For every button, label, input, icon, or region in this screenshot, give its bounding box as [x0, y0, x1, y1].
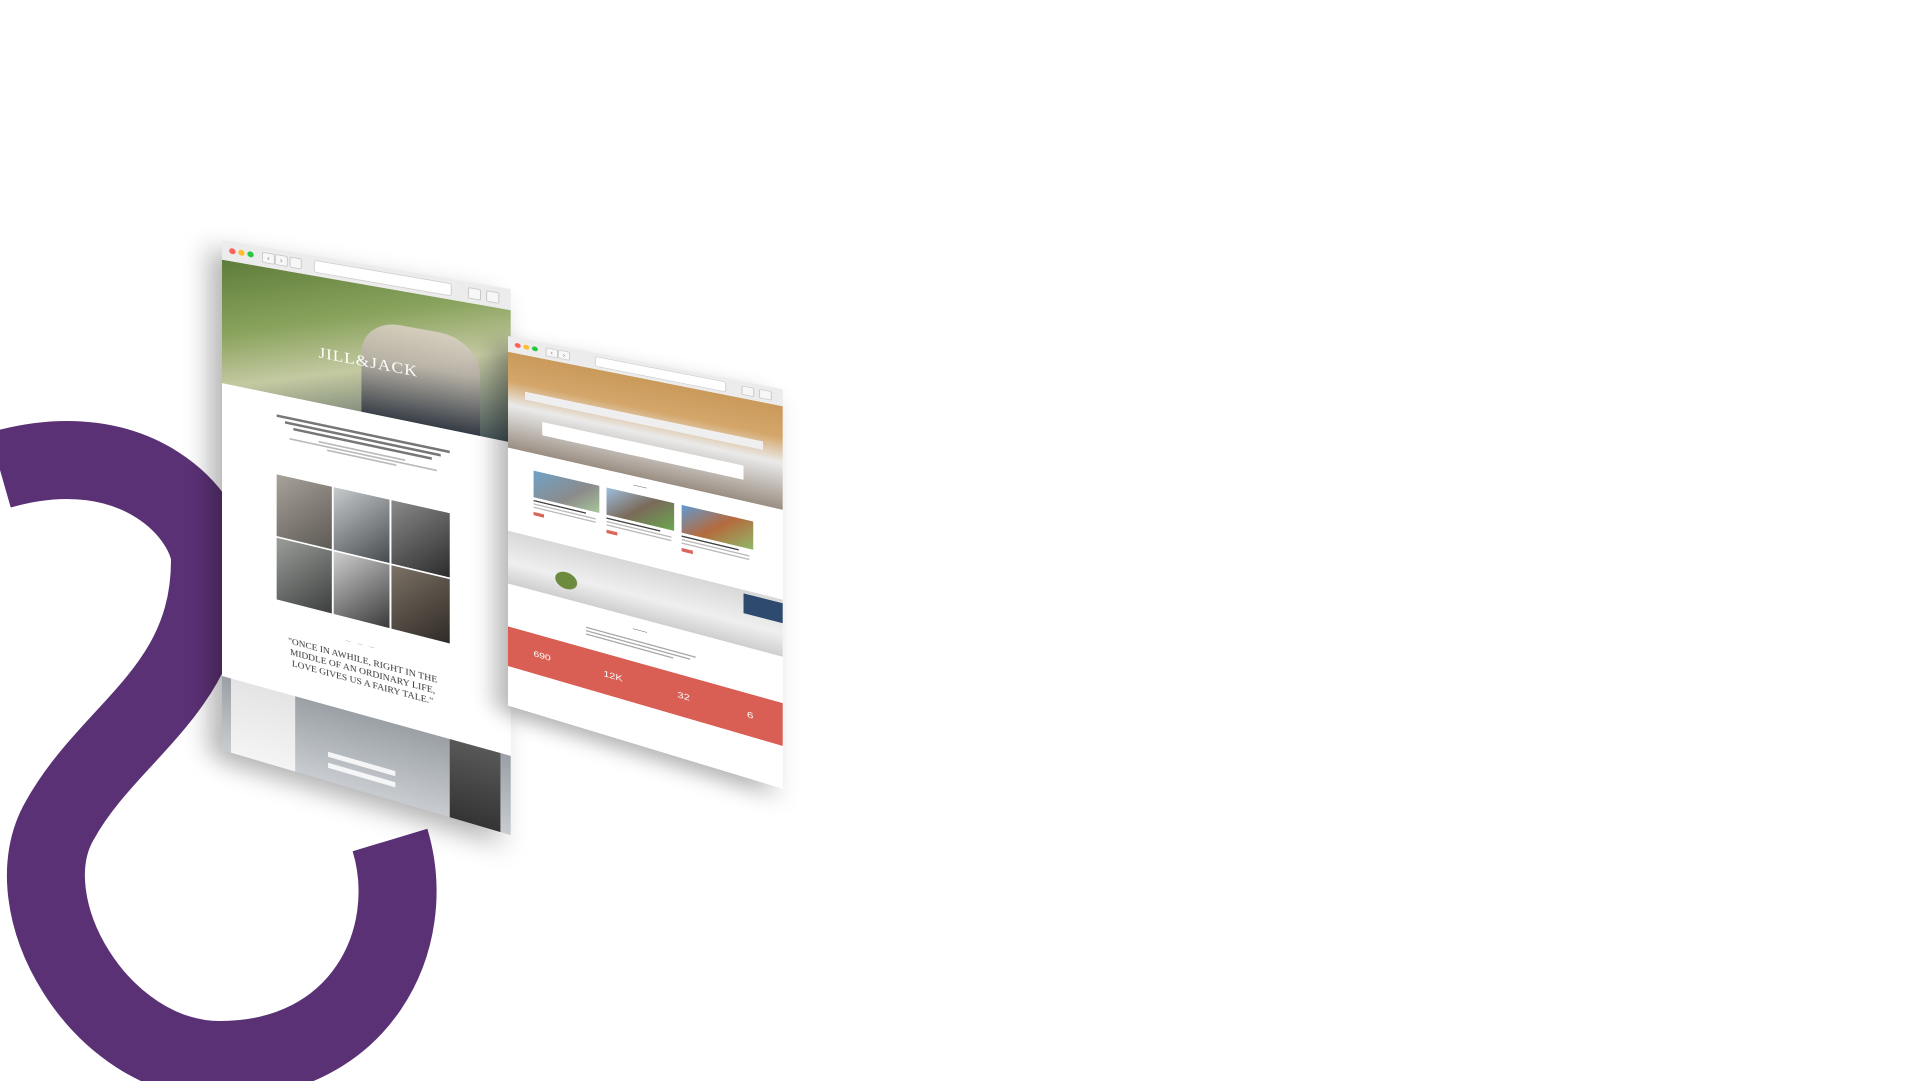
maximize-window-dot[interactable] — [247, 250, 254, 258]
project-card[interactable] — [681, 504, 754, 578]
gallery-photo[interactable] — [391, 565, 450, 644]
groom-photo — [449, 738, 501, 833]
back-icon[interactable]: ‹ — [545, 347, 558, 359]
project-card[interactable] — [533, 470, 600, 540]
sidebar-icon[interactable] — [289, 256, 302, 270]
tabs-icon[interactable] — [759, 388, 772, 401]
close-window-dot[interactable] — [514, 342, 521, 349]
read-more-button[interactable] — [681, 548, 694, 555]
photo-gallery — [276, 474, 450, 644]
minimize-window-dot[interactable] — [523, 344, 530, 351]
stat-value: 6 — [746, 709, 754, 722]
project-card[interactable] — [606, 487, 675, 558]
back-icon[interactable]: ‹ — [261, 251, 275, 265]
gallery-photo[interactable] — [276, 537, 332, 614]
close-window-dot[interactable] — [229, 247, 236, 255]
minimize-window-dot[interactable] — [238, 249, 245, 257]
share-icon[interactable] — [467, 287, 482, 301]
stat-value: 690 — [533, 648, 551, 664]
tabs-icon[interactable] — [486, 290, 500, 304]
maximize-window-dot[interactable] — [531, 345, 538, 352]
forward-icon[interactable]: › — [274, 253, 288, 268]
stat-value: 12K — [603, 668, 623, 684]
gallery-photo[interactable] — [333, 551, 390, 629]
read-more-button[interactable] — [533, 511, 544, 518]
gallery-photo[interactable] — [391, 500, 450, 578]
share-icon[interactable] — [741, 385, 755, 398]
read-more-button[interactable] — [606, 529, 617, 536]
wedding-website-mockup: ‹ › JILL&JACK — — — "ONCE IN AWHILE, RIG… — [222, 240, 511, 836]
gallery-photo[interactable] — [276, 474, 332, 550]
couple-photo — [361, 318, 481, 437]
stat-value: 32 — [677, 689, 690, 703]
forward-icon[interactable]: › — [557, 349, 571, 361]
gallery-photo[interactable] — [333, 487, 390, 564]
